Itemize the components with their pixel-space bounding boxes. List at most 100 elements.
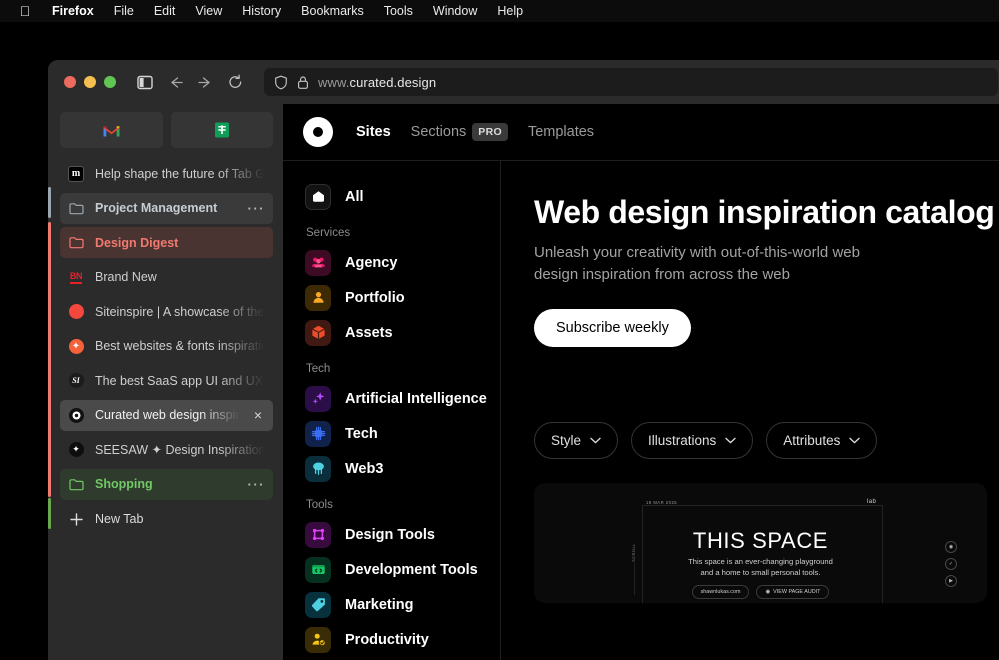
- sidebar-toggle-icon[interactable]: [130, 68, 160, 96]
- shield-icon[interactable]: [274, 75, 288, 90]
- menu-item-help[interactable]: Help: [487, 4, 533, 18]
- site-preview-card[interactable]: 18 MAR 2025 lab SCROLL THIS SPACE This s…: [534, 482, 987, 603]
- menu-item-tools[interactable]: Tools: [374, 4, 423, 18]
- category-item-all[interactable]: All: [305, 179, 500, 214]
- saas-favicon: SI: [68, 373, 84, 389]
- card-site-pill[interactable]: shawnlukas.com: [691, 584, 750, 599]
- category-label: Tech: [345, 425, 378, 442]
- url-bar[interactable]: www.curated.design: [264, 68, 998, 96]
- card-action-ring-2[interactable]: ✓: [945, 557, 957, 570]
- chevron-down-icon: [849, 437, 861, 444]
- category-item-artificial-intelligence[interactable]: Artificial Intelligence: [305, 381, 500, 416]
- nav-tab-sites[interactable]: Sites: [356, 124, 391, 140]
- card-description-line1: This space is an ever-changing playgroun…: [688, 556, 833, 566]
- tab-group-shopping[interactable]: Shopping ···: [60, 468, 273, 500]
- category-item-tech[interactable]: Tech: [305, 416, 500, 451]
- card-action-ring-1[interactable]: ◉: [945, 540, 957, 553]
- group-menu-button[interactable]: ···: [248, 477, 266, 492]
- siteinspire-favicon: [68, 304, 84, 320]
- category-heading-services: Services: [306, 227, 351, 239]
- category-item-web3[interactable]: Web3: [305, 451, 500, 486]
- sheets-pinned-tab[interactable]: [170, 112, 273, 148]
- tab-inspiration-feed[interactable]: ✦ Best websites & fonts inspiration feed: [60, 331, 273, 362]
- people-icon: [305, 249, 331, 276]
- plus-icon: [68, 511, 84, 527]
- menu-item-window[interactable]: Window: [423, 4, 487, 18]
- reload-icon[interactable]: [220, 68, 250, 96]
- card-audit-pill[interactable]: ◉ VIEW PAGE AUDIT: [756, 584, 830, 599]
- category-heading-tech: Tech: [306, 363, 331, 375]
- seesaw-favicon: ✦: [68, 442, 84, 458]
- menu-item-history[interactable]: History: [232, 4, 291, 18]
- menu-item-bookmarks[interactable]: Bookmarks: [291, 4, 374, 18]
- category-label: Assets: [345, 324, 393, 341]
- menu-item-view[interactable]: View: [185, 4, 232, 18]
- category-item-development-tools[interactable]: Development Tools: [305, 552, 500, 587]
- curated-logo-icon[interactable]: [303, 117, 333, 147]
- folder-icon: [68, 476, 84, 492]
- card-description: This space is an ever-changing playgroun…: [534, 556, 987, 580]
- page-subtitle: Unleash your creativity with out-of-this…: [534, 244, 860, 283]
- new-tab-button[interactable]: New Tab: [60, 504, 273, 535]
- category-label: Portfolio: [345, 289, 405, 306]
- menu-item-firefox[interactable]: Firefox: [42, 4, 104, 18]
- url-text: www.curated.design: [318, 75, 436, 90]
- tab-curated-design[interactable]: Curated web design inspiration ca ×: [60, 399, 273, 431]
- gmail-pinned-tab[interactable]: [60, 112, 163, 148]
- folder-icon: [68, 235, 84, 251]
- subscribe-weekly-button[interactable]: Subscribe weekly: [534, 308, 691, 347]
- tab-group-design-digest[interactable]: Design Digest: [60, 227, 273, 258]
- nav-tab-templates[interactable]: Templates: [528, 124, 594, 140]
- pinned-tabs-row: [48, 112, 283, 148]
- chevron-down-icon: [590, 437, 601, 444]
- card-lab-label: lab: [867, 498, 877, 505]
- lock-icon[interactable]: [297, 75, 309, 90]
- close-tab-icon[interactable]: ×: [251, 407, 265, 423]
- category-item-design-tools[interactable]: Design Tools: [305, 517, 500, 552]
- back-arrow-icon[interactable]: [160, 68, 190, 96]
- nav-tab-sections[interactable]: Sections: [411, 124, 467, 140]
- tag-icon: [305, 591, 331, 618]
- close-window-button[interactable]: [64, 76, 76, 88]
- category-heading-tools: Tools: [306, 499, 333, 511]
- minimize-window-button[interactable]: [84, 76, 96, 88]
- tab-label: Best websites & fonts inspiration feed: [95, 339, 265, 353]
- filter-illustrations-dropdown[interactable]: Illustrations: [631, 421, 754, 459]
- filter-attributes-dropdown[interactable]: Attributes: [766, 421, 878, 459]
- tab-label: The best SaaS app UI and UX example: [95, 373, 265, 388]
- menu-item-file[interactable]: File: [104, 4, 144, 18]
- category-item-portfolio[interactable]: Portfolio: [305, 280, 500, 315]
- tab-brand-new[interactable]: BN Brand New: [60, 262, 273, 293]
- category-item-agency[interactable]: Agency: [305, 245, 500, 280]
- filter-label: Illustrations: [648, 432, 717, 448]
- tab-siteinspire[interactable]: Siteinspire | A showcase of the web's: [60, 296, 273, 327]
- new-tab-label: New Tab: [95, 512, 144, 526]
- tab-label: Curated web design inspiration ca: [95, 408, 240, 422]
- menu-item-edit[interactable]: Edit: [144, 4, 186, 18]
- filter-label: Style: [551, 432, 582, 448]
- group-spine-design-digest: [48, 222, 51, 497]
- firefox-window: www.curated.design m Help shape the futu…: [48, 60, 999, 660]
- tab-seesaw[interactable]: ✦ SEESAW ✦ Design Inspiration: [60, 434, 273, 465]
- url-domain: curated.design: [349, 74, 437, 90]
- category-item-marketing[interactable]: Marketing: [305, 587, 500, 622]
- main-column: Web design inspiration catalog Unleash y…: [501, 161, 999, 660]
- category-item-assets[interactable]: Assets: [305, 315, 500, 350]
- tab-label: SEESAW ✦ Design Inspiration: [95, 443, 265, 457]
- category-label: Productivity: [345, 631, 429, 648]
- maximize-window-button[interactable]: [104, 76, 116, 88]
- card-action-ring-3[interactable]: ▶: [945, 574, 957, 587]
- card-rule-horizontal: [642, 504, 882, 506]
- inspiration-feed-favicon: ✦: [68, 338, 84, 354]
- tab-help-shape-tab-groups[interactable]: m Help shape the future of Tab Groups i: [60, 158, 273, 189]
- tab-saas-examples[interactable]: SI The best SaaS app UI and UX example: [60, 365, 273, 396]
- tab-group-project-management[interactable]: Project Management ···: [60, 192, 273, 224]
- apple-icon[interactable]: : [14, 3, 36, 19]
- filter-label: Attributes: [783, 432, 841, 448]
- forward-arrow-icon[interactable]: [190, 68, 220, 96]
- site-body: All Services Agency Portfolio Assets Tec…: [283, 161, 999, 660]
- filter-style-dropdown[interactable]: Style: [534, 421, 619, 459]
- category-item-productivity[interactable]: Productivity: [305, 622, 500, 657]
- group-menu-button[interactable]: ···: [248, 201, 266, 216]
- gmail-icon: [102, 123, 121, 138]
